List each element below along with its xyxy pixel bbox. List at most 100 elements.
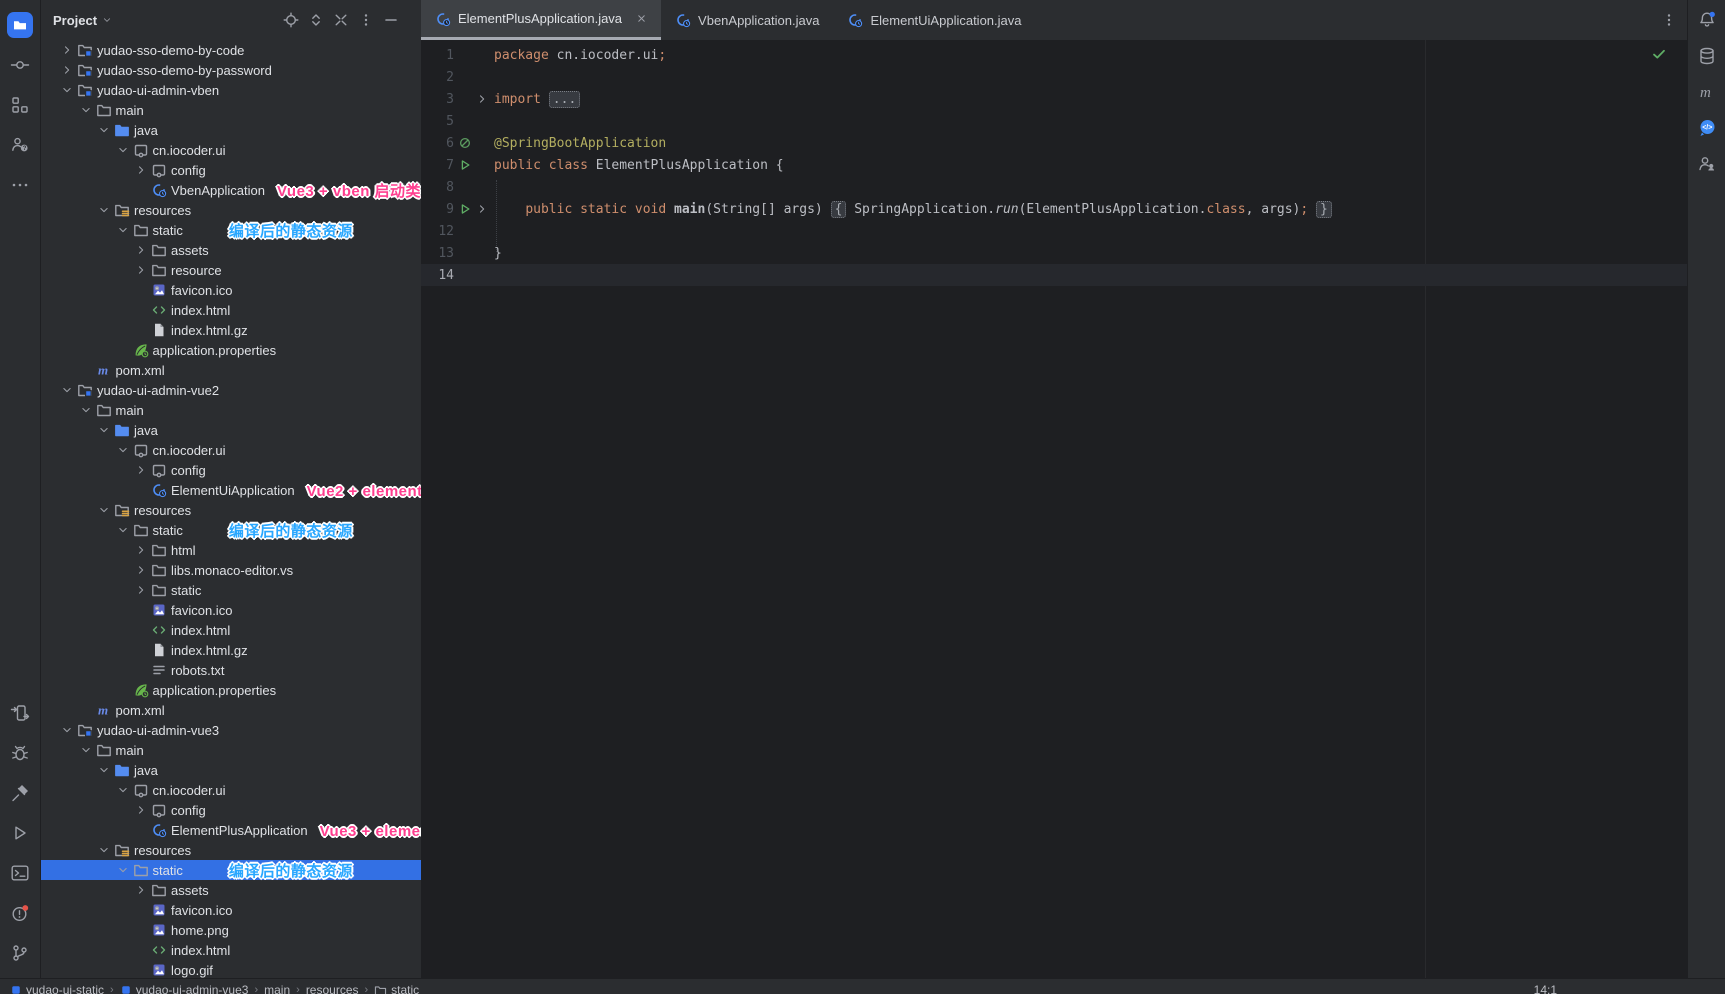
panel-header-expand-all-icon[interactable] — [308, 12, 324, 28]
chevron-down-icon[interactable] — [117, 144, 129, 156]
editor-tab-vbenapplication-java[interactable]: VbenApplication.java — [661, 0, 833, 40]
chevron-down-icon[interactable] — [61, 84, 73, 96]
chevron-down-icon[interactable] — [80, 404, 92, 416]
tree-item-main[interactable]: main — [41, 740, 421, 760]
chevron-down-icon[interactable] — [102, 15, 112, 25]
stripe-run-button[interactable] — [7, 820, 33, 846]
tree-item-static[interactable]: static编译后的静态资源 — [41, 860, 421, 880]
tree-item-assets[interactable]: assets — [41, 880, 421, 900]
tree-item-cn.iocoder.ui[interactable]: cn.iocoder.ui — [41, 140, 421, 160]
tree-item-java[interactable]: java — [41, 120, 421, 140]
chevron-right-icon[interactable] — [61, 64, 73, 76]
tree-item-index.html.gz[interactable]: index.html.gz — [41, 320, 421, 340]
chevron-down-icon[interactable] — [117, 224, 129, 236]
panel-header-collapse-all-icon[interactable] — [333, 12, 349, 28]
stripe-build-button[interactable] — [7, 780, 33, 806]
tree-item-static[interactable]: static — [41, 580, 421, 600]
stripe-code-with-me-button[interactable] — [1694, 151, 1720, 177]
tree-item-config[interactable]: config — [41, 160, 421, 180]
chevron-right-icon[interactable] — [135, 244, 147, 256]
tree-item-index.html[interactable]: index.html — [41, 940, 421, 960]
tree-item-index.html[interactable]: index.html — [41, 620, 421, 640]
tree-item-yudao-sso-demo-by-code[interactable]: yudao-sso-demo-by-code — [41, 40, 421, 60]
editor-line-7[interactable]: 7public class ElementPlusApplication { — [421, 154, 1687, 176]
tree-item-static[interactable]: static编译后的静态资源 — [41, 220, 421, 240]
stripe-notifications-button[interactable] — [1694, 7, 1720, 33]
tree-item-favicon.ico[interactable]: favicon.ico — [41, 600, 421, 620]
editor-line-13[interactable]: 13} — [421, 242, 1687, 264]
breadcrumb-static[interactable]: static — [374, 983, 419, 994]
tree-item-libs.monaco-editor.vs[interactable]: libs.monaco-editor.vs — [41, 560, 421, 580]
chevron-down-icon[interactable] — [80, 104, 92, 116]
tree-item-favicon.ico[interactable]: favicon.ico — [41, 900, 421, 920]
tree-item-resources[interactable]: resources — [41, 840, 421, 860]
inspections-ok-icon[interactable] — [1651, 46, 1667, 62]
chevron-down-icon[interactable] — [117, 524, 129, 536]
tree-item-pom.xml[interactable]: mpom.xml — [41, 360, 421, 380]
tree-item-main[interactable]: main — [41, 100, 421, 120]
tree-item-application.properties[interactable]: application.properties — [41, 680, 421, 700]
breadcrumb-yudao-ui-admin-vue3[interactable]: yudao-ui-admin-vue3 — [120, 983, 249, 994]
editor-line-2[interactable]: 2 — [421, 66, 1687, 88]
breadcrumb-yudao-ui-static[interactable]: yudao-ui-static — [10, 983, 104, 994]
chevron-right-icon[interactable] — [135, 804, 147, 816]
tree-item-vbenapplication[interactable]: VbenApplicationVue3 + vben 启动类 — [41, 180, 421, 200]
chevron-down-icon[interactable] — [98, 504, 110, 516]
editor-line-9[interactable]: 9 public static void main(String[] args)… — [421, 198, 1687, 220]
panel-header-locate-icon[interactable] — [283, 12, 299, 28]
chevron-right-icon[interactable] — [135, 264, 147, 276]
tree-item-home.png[interactable]: home.png — [41, 920, 421, 940]
editor-line-5[interactable]: 5 — [421, 110, 1687, 132]
editor-line-1[interactable]: 1package cn.iocoder.ui; — [421, 44, 1687, 66]
chevron-right-icon[interactable] — [135, 884, 147, 896]
tree-item-cn.iocoder.ui[interactable]: cn.iocoder.ui — [41, 440, 421, 460]
run-gutter-icon[interactable] — [456, 201, 474, 217]
panel-header-options-icon[interactable] — [358, 12, 374, 28]
editor-line-8[interactable]: 8 — [421, 176, 1687, 198]
breadcrumb-resources[interactable]: resources — [306, 983, 359, 994]
run-gutter-icon[interactable] — [456, 157, 474, 173]
editor-line-14[interactable]: 14 — [421, 264, 1687, 286]
tree-item-yudao-ui-admin-vben[interactable]: yudao-ui-admin-vben — [41, 80, 421, 100]
stripe-problems-button[interactable] — [7, 900, 33, 926]
chevron-down-icon[interactable] — [117, 784, 129, 796]
chevron-down-icon[interactable] — [98, 124, 110, 136]
stripe-services-button[interactable] — [7, 700, 33, 726]
tree-item-java[interactable]: java — [41, 420, 421, 440]
stripe-ai-assistant-button[interactable]: </> — [1694, 115, 1720, 141]
editor-tab-elementuiapplication-java[interactable]: ElementUiApplication.java — [833, 0, 1035, 40]
editor-line-12[interactable]: 12 — [421, 220, 1687, 242]
chevron-down-icon[interactable] — [61, 724, 73, 736]
fold-chevron-icon[interactable] — [474, 91, 490, 107]
tree-item-config[interactable]: config — [41, 460, 421, 480]
chevron-right-icon[interactable] — [135, 164, 147, 176]
stripe-terminal-button[interactable] — [7, 860, 33, 886]
chevron-right-icon[interactable] — [135, 564, 147, 576]
tree-item-application.properties[interactable]: application.properties — [41, 340, 421, 360]
tree-item-cn.iocoder.ui[interactable]: cn.iocoder.ui — [41, 780, 421, 800]
tree-item-index.html[interactable]: index.html — [41, 300, 421, 320]
chevron-down-icon[interactable] — [98, 844, 110, 856]
tree-item-favicon.ico[interactable]: favicon.ico — [41, 280, 421, 300]
stripe-more-tool-windows-button[interactable] — [7, 172, 33, 198]
project-panel-title[interactable]: Project — [53, 13, 97, 28]
chevron-down-icon[interactable] — [117, 864, 129, 876]
breadcrumb-main[interactable]: main — [264, 983, 290, 994]
tree-item-static[interactable]: static编译后的静态资源 — [41, 520, 421, 540]
editor-line-6[interactable]: 6@SpringBootApplication — [421, 132, 1687, 154]
panel-header-hide-icon[interactable] — [383, 12, 399, 28]
tree-item-resource[interactable]: resource — [41, 260, 421, 280]
tree-item-html[interactable]: html — [41, 540, 421, 560]
tree-item-resources[interactable]: resources — [41, 200, 421, 220]
tree-item-yudao-ui-admin-vue2[interactable]: yudao-ui-admin-vue2 — [41, 380, 421, 400]
chevron-down-icon[interactable] — [61, 384, 73, 396]
stripe-debug-button[interactable] — [7, 740, 33, 766]
chevron-right-icon[interactable] — [61, 44, 73, 56]
tree-item-pom.xml[interactable]: mpom.xml — [41, 700, 421, 720]
tree-item-robots.txt[interactable]: robots.txt — [41, 660, 421, 680]
tree-item-elementplusapplication[interactable]: ElementPlusApplicationVue3 + element-plu… — [41, 820, 421, 840]
stripe-learn-button[interactable]: ? — [7, 132, 33, 158]
close-tab-icon[interactable] — [635, 13, 647, 25]
fold-chevron-icon[interactable] — [474, 201, 490, 217]
tree-item-main[interactable]: main — [41, 400, 421, 420]
